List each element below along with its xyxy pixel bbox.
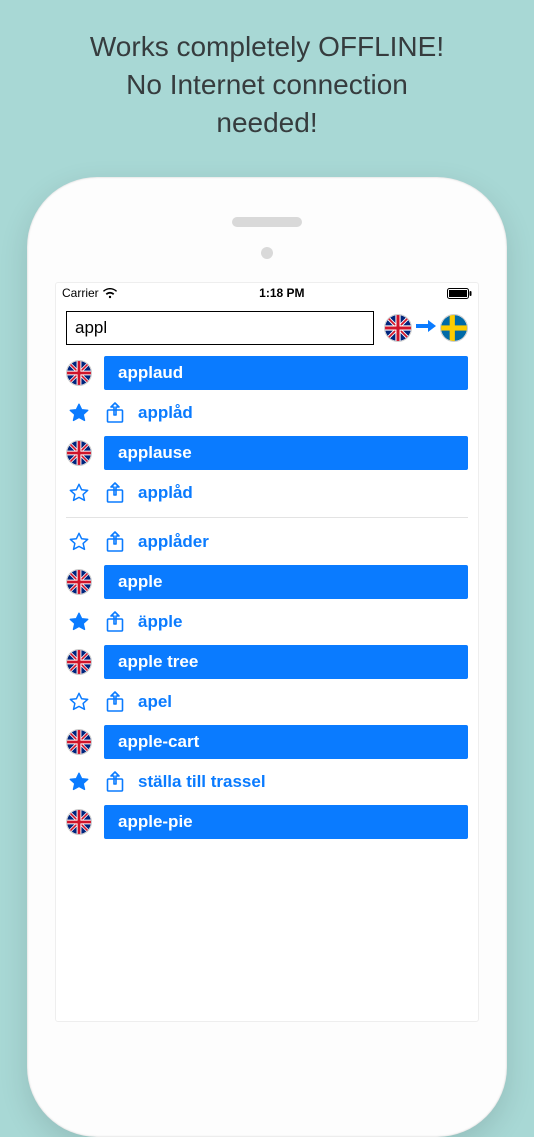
word-label: applause bbox=[104, 436, 468, 470]
word-label: apple-pie bbox=[104, 805, 468, 839]
translation-word: ställa till trassel bbox=[138, 772, 266, 792]
translation-word: apel bbox=[138, 692, 172, 712]
uk-flag-icon bbox=[66, 649, 92, 675]
translation-row[interactable]: ställa till trassel bbox=[56, 762, 478, 802]
status-time: 1:18 PM bbox=[259, 286, 304, 300]
share-icon[interactable] bbox=[104, 531, 126, 553]
word-header-row[interactable]: apple bbox=[56, 562, 478, 602]
uk-flag-icon bbox=[66, 360, 92, 386]
promo-line-1: Works completely OFFLINE! bbox=[20, 28, 514, 66]
translation-row[interactable]: applåd bbox=[56, 393, 478, 433]
search-input[interactable] bbox=[66, 311, 374, 345]
translation-row[interactable]: äpple bbox=[56, 602, 478, 642]
star-filled-icon[interactable] bbox=[66, 769, 92, 795]
results-list[interactable]: applaud applåd applause applåd applåder apple… bbox=[56, 353, 478, 842]
word-header-row[interactable]: applaud bbox=[56, 353, 478, 393]
uk-flag-icon bbox=[66, 809, 92, 835]
translation-row[interactable]: applåd bbox=[56, 473, 478, 513]
arrow-right-icon bbox=[416, 318, 436, 339]
translation-word: äpple bbox=[138, 612, 182, 632]
translation-word: applåd bbox=[138, 483, 193, 503]
word-header-row[interactable]: applause bbox=[56, 433, 478, 473]
word-header-row[interactable]: apple-cart bbox=[56, 722, 478, 762]
star-outline-icon[interactable] bbox=[66, 529, 92, 555]
star-outline-icon[interactable] bbox=[66, 480, 92, 506]
promo-text: Works completely OFFLINE! No Internet co… bbox=[0, 0, 534, 155]
share-icon[interactable] bbox=[104, 611, 126, 633]
word-label: apple-cart bbox=[104, 725, 468, 759]
search-row bbox=[56, 303, 478, 353]
battery-icon bbox=[447, 288, 472, 299]
phone-screen: Carrier 1:18 PM bbox=[55, 282, 479, 1022]
word-header-row[interactable]: apple tree bbox=[56, 642, 478, 682]
promo-line-2: No Internet connection bbox=[20, 66, 514, 104]
star-filled-icon[interactable] bbox=[66, 609, 92, 635]
share-icon[interactable] bbox=[104, 482, 126, 504]
share-icon[interactable] bbox=[104, 402, 126, 424]
word-label: applaud bbox=[104, 356, 468, 390]
flag-to-icon bbox=[440, 314, 468, 342]
uk-flag-icon bbox=[66, 440, 92, 466]
phone-frame: Carrier 1:18 PM bbox=[27, 177, 507, 1137]
promo-line-3: needed! bbox=[20, 104, 514, 142]
divider bbox=[66, 517, 468, 518]
translation-word: applåder bbox=[138, 532, 209, 552]
uk-flag-icon bbox=[66, 729, 92, 755]
word-label: apple bbox=[104, 565, 468, 599]
share-icon[interactable] bbox=[104, 691, 126, 713]
status-right bbox=[447, 288, 472, 299]
translation-row[interactable]: applåder bbox=[56, 522, 478, 562]
word-label: apple tree bbox=[104, 645, 468, 679]
share-icon[interactable] bbox=[104, 771, 126, 793]
star-outline-icon[interactable] bbox=[66, 689, 92, 715]
translation-word: applåd bbox=[138, 403, 193, 423]
star-filled-icon[interactable] bbox=[66, 400, 92, 426]
word-header-row[interactable]: apple-pie bbox=[56, 802, 478, 842]
flag-from-icon bbox=[384, 314, 412, 342]
carrier-label: Carrier bbox=[62, 286, 99, 300]
translation-row[interactable]: apel bbox=[56, 682, 478, 722]
wifi-icon bbox=[103, 288, 117, 299]
uk-flag-icon bbox=[66, 569, 92, 595]
status-left: Carrier bbox=[62, 286, 117, 300]
language-switch[interactable] bbox=[384, 314, 468, 342]
status-bar: Carrier 1:18 PM bbox=[56, 283, 478, 303]
